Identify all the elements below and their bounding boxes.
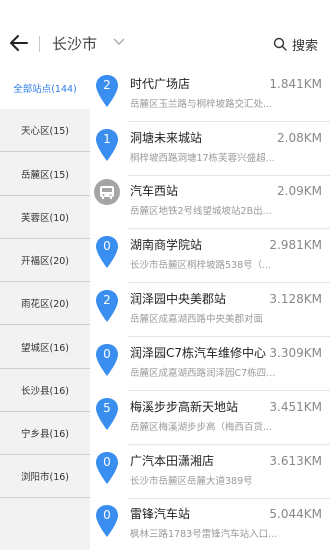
sidebar-item-yuelu[interactable]: 岳麓区(15) (0, 153, 90, 196)
list-item[interactable]: 汽车西站 2.09KM 岳麓区地铁2号线望城坡站2B出... (90, 175, 330, 229)
available-count: 5 (103, 401, 111, 415)
station-distance: 2.09KM (277, 184, 322, 198)
station-distance: 2.08KM (277, 131, 322, 145)
station-address: 岳麓区地铁2号线望城坡站2B出... (130, 206, 272, 217)
sidebar-item-yuhua[interactable]: 雨花区(20) (0, 282, 90, 325)
station-name: 梅溪步步高新天地站 (130, 400, 239, 414)
sidebar-item-ningxiang[interactable]: 宁乡县(16) (0, 412, 90, 455)
top-bar: 长沙市 搜索 (0, 0, 330, 64)
chevron-down-icon[interactable] (112, 37, 126, 47)
sidebar-item-all[interactable]: 全部站点(144) (0, 66, 90, 109)
list-item[interactable]: 2 时代广场店 1.841KM 岳麓区玉兰路与桐梓坡路交汇处... (90, 68, 330, 122)
district-sidebar: 全部站点(144) 天心区(15) 岳麓区(15) 芙蓉区(10) 开福区(20… (0, 66, 90, 550)
list-item[interactable]: 2 润泽园中央美郡站 3.128KM 岳麓区成嘉湖西路中央美郡对面 (90, 283, 330, 337)
search-icon (273, 37, 287, 51)
list-item[interactable]: 0 广汽本田潇湘店 3.613KM 长沙市岳麓区岳麓大道389号 (90, 445, 330, 499)
station-address: 岳麓区玉兰路与桐梓坡路交汇处... (130, 99, 273, 110)
search-label: 搜索 (291, 38, 318, 54)
station-address: 长沙市岳麓区桐梓坡路538号（... (130, 260, 272, 271)
available-count: 2 (103, 78, 111, 92)
available-count: 2 (103, 293, 111, 307)
station-name: 润泽园C7栋汽车维修中心 (130, 346, 267, 360)
station-address: 岳麓区成嘉湖西路润泽园C7栋四... (130, 368, 276, 379)
station-distance: 1.841KM (269, 77, 322, 91)
sidebar-item-liuyang[interactable]: 浏阳市(16) (0, 455, 90, 498)
station-address: 岳麓区成嘉湖西路中央美郡对面 (130, 314, 264, 325)
station-distance: 2.981KM (269, 238, 322, 252)
list-item[interactable]: 0 雷锋汽车站 5.044KM 枫林三路1783号雷锋汽车站入口... (90, 498, 330, 550)
list-item[interactable]: 0 湖南商学院站 2.981KM 长沙市岳麓区桐梓坡路538号（... (90, 229, 330, 283)
station-address: 长沙市岳麓区岳麓大道389号 (130, 476, 253, 487)
station-address: 桐梓坡西路洞塘17栋芙蓉兴盛超... (130, 153, 275, 164)
list-item[interactable]: 5 梅溪步步高新天地站 3.451KM 岳麓区梅溪湖步步高（梅西百货... (90, 391, 330, 445)
station-distance: 3.128KM (269, 292, 322, 306)
available-count: 0 (103, 347, 111, 361)
station-distance: 3.451KM (269, 400, 322, 414)
search-button[interactable]: 搜索 (273, 34, 318, 54)
available-count: 0 (103, 239, 111, 253)
station-address: 枫林三路1783号雷锋汽车站入口... (130, 529, 278, 540)
station-name: 雷锋汽车站 (130, 507, 191, 521)
header-divider (39, 36, 40, 52)
station-distance: 3.309KM (269, 346, 322, 360)
station-address: 岳麓区梅溪湖步步高（梅西百货... (130, 422, 273, 433)
station-name: 润泽园中央美郡站 (130, 292, 227, 306)
available-count: 0 (103, 508, 111, 522)
list-item[interactable]: 1 洞塘未来城站 2.08KM 桐梓坡西路洞塘17栋芙蓉兴盛超... (90, 122, 330, 176)
available-count: 1 (103, 132, 111, 146)
list-item[interactable]: 0 润泽园C7栋汽车维修中心 3.309KM 岳麓区成嘉湖西路润泽园C7栋四..… (90, 337, 330, 391)
station-name: 时代广场店 (130, 77, 191, 91)
sidebar-item-changsha-county[interactable]: 长沙县(16) (0, 369, 90, 412)
bus-station-icon (94, 179, 120, 205)
available-count: 0 (103, 455, 111, 469)
sidebar-item-tianxin[interactable]: 天心区(15) (0, 109, 90, 152)
station-name: 洞塘未来城站 (130, 131, 203, 145)
station-name: 湖南商学院站 (130, 238, 203, 252)
station-distance: 5.044KM (269, 507, 322, 521)
station-name: 广汽本田潇湘店 (130, 454, 215, 468)
station-name: 汽车西站 (130, 184, 179, 198)
sidebar-item-kaifu[interactable]: 开福区(20) (0, 239, 90, 282)
station-list: 2 时代广场店 1.841KM 岳麓区玉兰路与桐梓坡路交汇处... 1 洞塘未来… (90, 64, 330, 550)
sidebar-item-furong[interactable]: 芙蓉区(10) (0, 196, 90, 239)
city-selector[interactable]: 长沙市 (52, 34, 97, 54)
sidebar-item-wangcheng[interactable]: 望城区(16) (0, 326, 90, 369)
back-arrow-icon[interactable] (8, 32, 30, 54)
station-distance: 3.613KM (269, 454, 322, 468)
